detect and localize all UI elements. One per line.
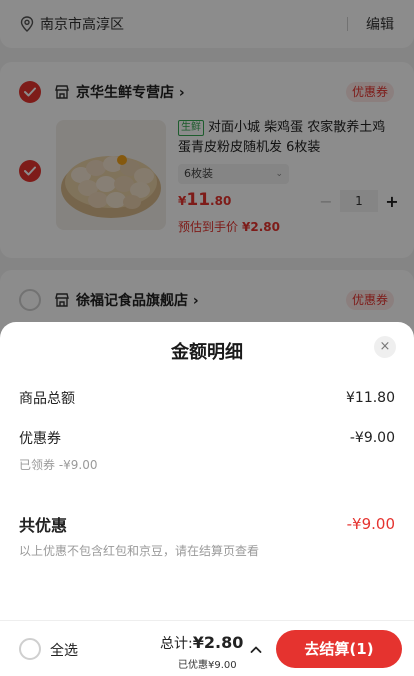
goods-total-label: 商品总额 (19, 391, 75, 407)
coupon-sub-text: 已领券 -¥9.00 (19, 458, 98, 472)
goods-total-value: ¥11.80 (346, 390, 395, 406)
select-all-checkbox[interactable] (19, 638, 41, 660)
total-value: ¥2.80 (192, 633, 244, 652)
close-icon[interactable]: × (374, 336, 396, 358)
checkout-bar: 全选 总计:¥2.80 已优惠¥9.00 去结算(1) (0, 620, 414, 676)
amount-detail-sheet: 金额明细 × 商品总额 ¥11.80 优惠券 -¥9.00 已领券 -¥9.00… (0, 322, 414, 620)
goods-total-row: 商品总额 ¥11.80 (19, 388, 395, 408)
coupon-label: 优惠券 (19, 431, 61, 447)
discount-note: 以上优惠不包含红包和京豆，请在结算页查看 (19, 544, 260, 558)
total-discount-label: 共优惠 (19, 516, 68, 535)
coupon-value: -¥9.00 (349, 430, 395, 446)
chevron-up-icon[interactable] (250, 641, 262, 653)
sheet-title: 金额明细 (171, 342, 243, 363)
total-label: 总计: (160, 636, 193, 652)
checkout-button[interactable]: 去结算(1) (276, 630, 402, 668)
total-discount-value: -¥9.00 (346, 515, 395, 533)
total-discount-row: 共优惠 -¥9.00 (19, 512, 395, 536)
saved-amount: 已优惠¥9.00 (178, 660, 237, 671)
select-all-label[interactable]: 全选 (50, 640, 78, 660)
coupon-row: 优惠券 -¥9.00 (19, 428, 395, 448)
total-price: 总计:¥2.80 (160, 633, 243, 653)
